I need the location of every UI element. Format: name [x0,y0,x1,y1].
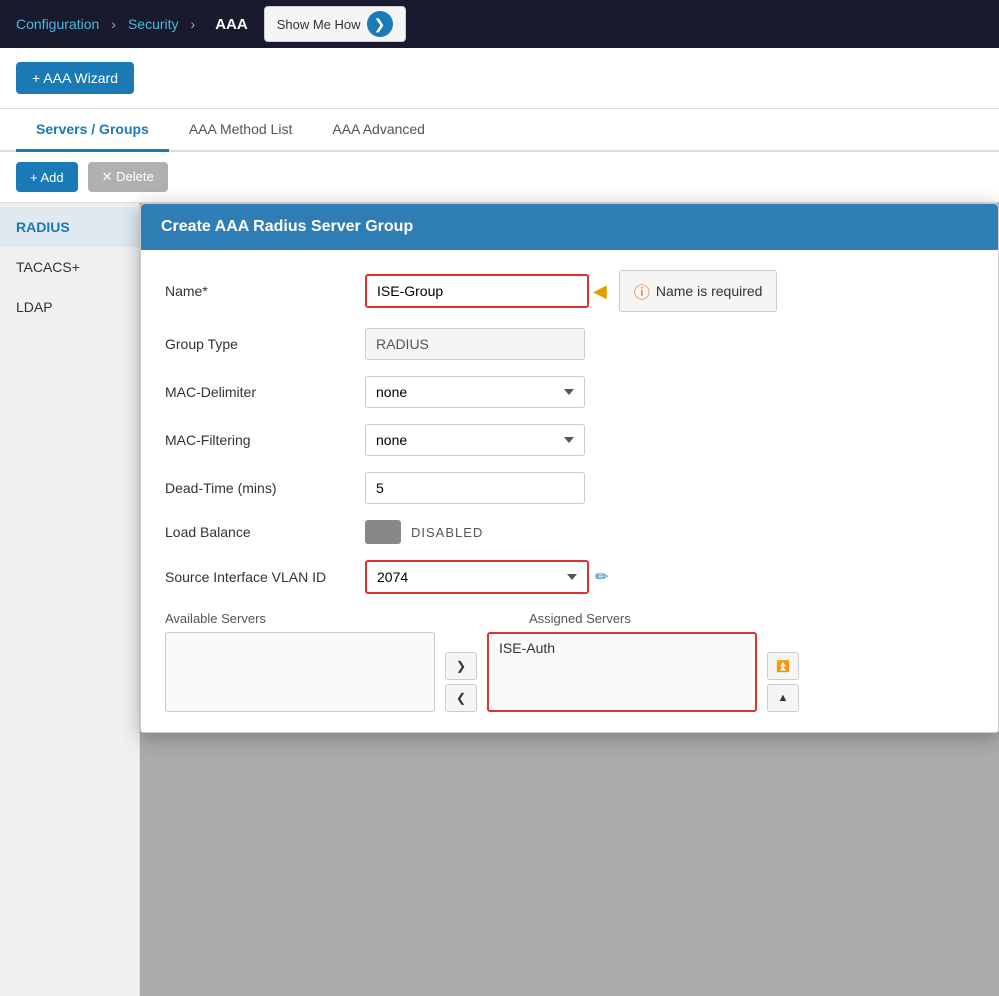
modal-title: Create AAA Radius Server Group [161,218,413,235]
tab-aaa-method-list[interactable]: AAA Method List [169,109,313,152]
nav-sep-2: › [191,16,196,32]
tooltip-arrow-icon: ◀ [593,281,607,302]
dead-time-row: Dead-Time (mins) [165,472,974,504]
transfer-buttons: ❯ ❮ [445,652,477,712]
name-input-wrapper [365,274,589,308]
nav-configuration[interactable]: Configuration [16,16,99,32]
group-type-label: Group Type [165,336,365,352]
mac-filtering-select[interactable]: none enabled [365,424,585,456]
action-bar: + Add ✕ Delete [0,152,999,203]
main-tab-bar: Servers / Groups AAA Method List AAA Adv… [0,109,999,152]
assigned-servers-list: ISE-Auth [487,632,757,712]
dead-time-label: Dead-Time (mins) [165,480,365,496]
show-me-how-label: Show Me How [277,17,361,32]
available-servers-list [165,632,435,712]
group-type-value: RADIUS [365,328,585,360]
vlan-select-wrapper: 2074 2075 2076 [365,560,589,594]
transfer-right-button[interactable]: ❯ [445,652,477,680]
modal-overlay: Create AAA Radius Server Group Name* ◀ ⓘ… [140,203,999,996]
vlan-label: Source Interface VLAN ID [165,569,365,585]
transfer-left-button[interactable]: ❮ [445,684,477,712]
nav-aaa: AAA [215,16,248,33]
sidebar: RADIUS TACACS+ LDAP [0,203,140,996]
sidebar-item-tacacs[interactable]: TACACS+ [0,247,139,287]
modal-body: Name* ◀ ⓘ Name is required Group Type [141,250,998,732]
name-row: Name* ◀ ⓘ Name is required [165,270,974,312]
mac-filtering-row: MAC-Filtering none enabled [165,424,974,456]
name-label: Name* [165,283,365,299]
sidebar-item-radius[interactable]: RADIUS [0,207,139,247]
nav-sep-1: › [111,16,116,32]
sidebar-item-ldap[interactable]: LDAP [0,287,139,327]
toggle-label: DISABLED [411,525,483,540]
group-type-row: Group Type RADIUS [165,328,974,360]
sort-top-button[interactable]: ⏫ [767,652,799,680]
show-me-how-button[interactable]: Show Me How ❯ [264,6,406,42]
delete-button[interactable]: ✕ Delete [88,162,168,192]
modal-header: Create AAA Radius Server Group [141,204,998,250]
mac-delimiter-label: MAC-Delimiter [165,384,365,400]
load-balance-label: Load Balance [165,524,365,540]
error-message: Name is required [656,283,763,299]
error-tooltip: ⓘ Name is required [619,270,778,312]
available-servers-label: Available Servers [165,611,266,626]
dead-time-input[interactable] [365,472,585,504]
mac-delimiter-row: MAC-Delimiter none colon hyphen dot [165,376,974,408]
nav-security[interactable]: Security [128,16,179,32]
create-server-group-modal: Create AAA Radius Server Group Name* ◀ ⓘ… [140,203,999,733]
sort-up-button[interactable]: ▲ [767,684,799,712]
mac-filtering-label: MAC-Filtering [165,432,365,448]
servers-section: Available Servers Assigned Servers [165,610,974,712]
panel-area: Servers Server Groups Create AAA Radius … [140,203,999,996]
load-balance-toggle[interactable]: DISABLED [365,520,483,544]
sort-buttons: ⏫ ▲ [767,652,799,712]
vlan-select[interactable]: 2074 2075 2076 [367,562,587,592]
aaa-wizard-button[interactable]: + AAA Wizard [16,62,134,94]
name-input[interactable] [367,276,587,306]
edit-vlan-icon[interactable]: ✏ [595,567,608,587]
load-balance-row: Load Balance DISABLED [165,520,974,544]
content-layout: RADIUS TACACS+ LDAP Servers Server Group… [0,203,999,996]
top-navigation: Configuration › Security › AAA Show Me H… [0,0,999,48]
assigned-servers-label: Assigned Servers [529,611,631,626]
error-icon: ⓘ [634,279,650,303]
show-me-arrow-icon: ❯ [367,11,393,37]
tab-servers-groups[interactable]: Servers / Groups [16,109,169,152]
tab-aaa-advanced[interactable]: AAA Advanced [312,109,445,152]
mac-delimiter-select[interactable]: none colon hyphen dot [365,376,585,408]
assigned-server-item[interactable]: ISE-Auth [489,634,755,662]
vlan-row: Source Interface VLAN ID 2074 2075 2076 … [165,560,974,594]
add-button[interactable]: + Add [16,162,78,192]
toggle-box[interactable] [365,520,401,544]
wizard-bar: + AAA Wizard [0,48,999,109]
